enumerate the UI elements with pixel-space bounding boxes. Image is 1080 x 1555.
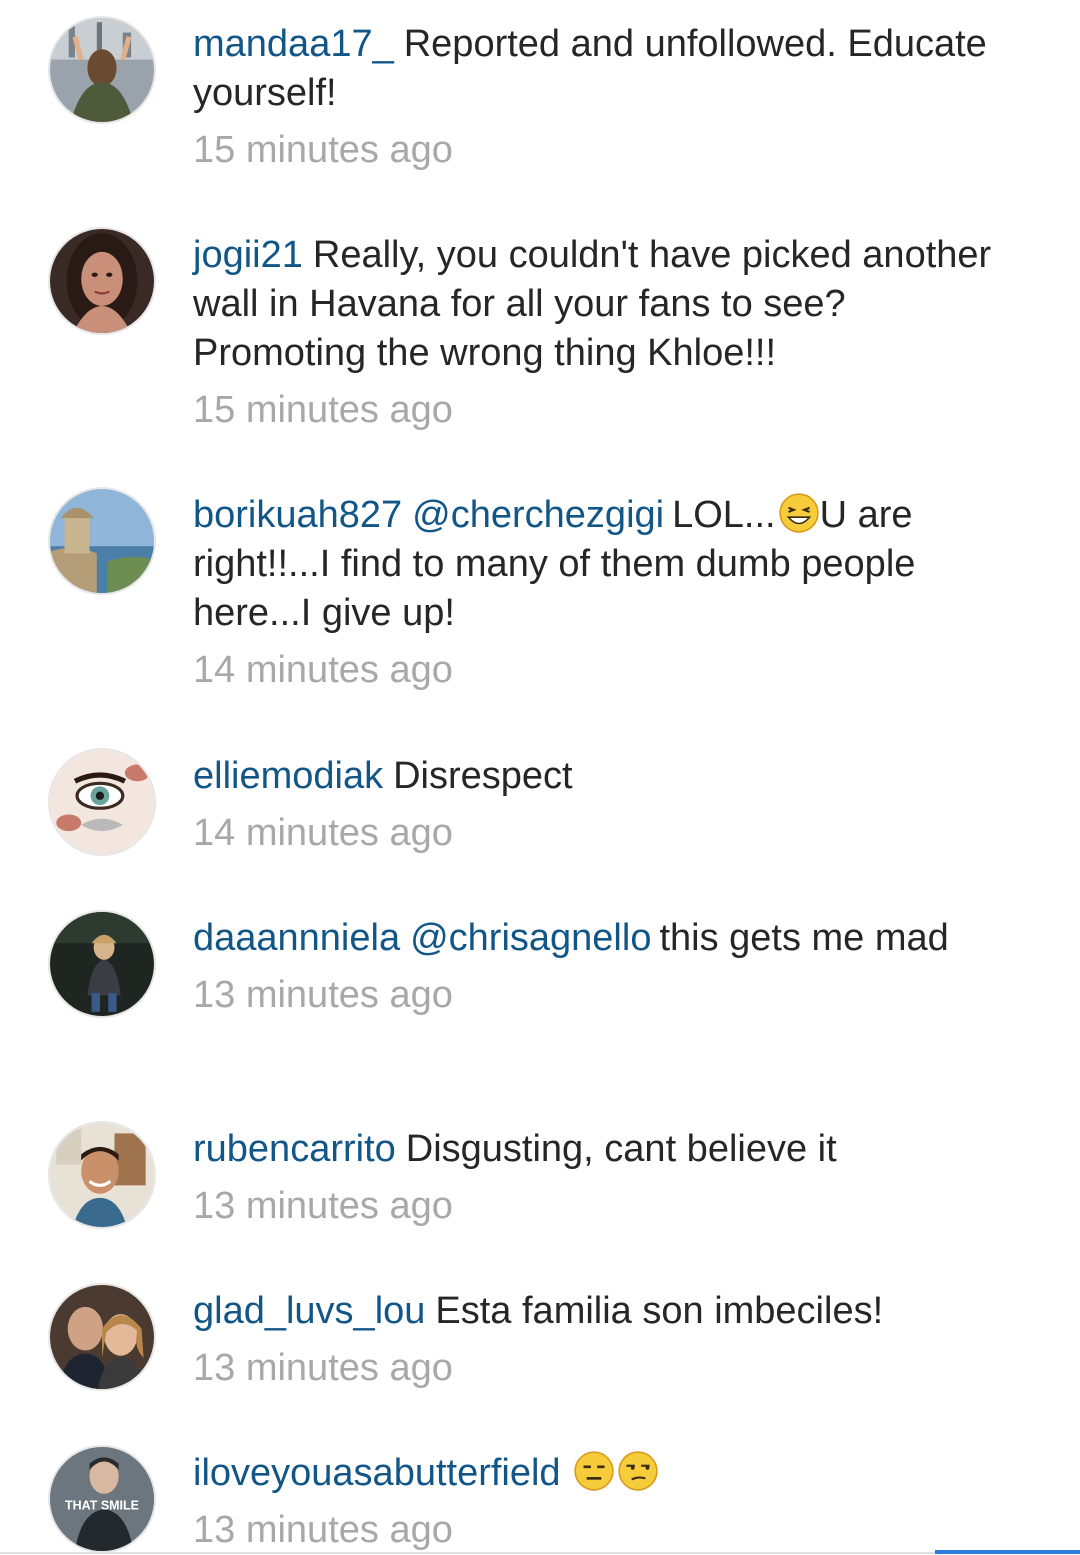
grinning-squinting-face-emoji bbox=[778, 493, 819, 533]
comment-text: glad_luvs_lou Esta familia son imbeciles! bbox=[193, 1287, 1023, 1336]
comment-message: Really, you couldn't have picked another… bbox=[193, 234, 992, 374]
comment-text: mandaa17_ Reported and unfollowed. Educat… bbox=[193, 20, 1023, 118]
avatar-photo-icon bbox=[50, 489, 154, 593]
comment-timestamp: 13 minutes ago bbox=[193, 1185, 453, 1227]
comment-message: Disrespect bbox=[393, 755, 573, 797]
comment-timestamp: 14 minutes ago bbox=[193, 649, 453, 691]
comment-text: daaannniela @chrisagnello this gets me mad bbox=[193, 914, 1023, 963]
user-avatar[interactable] bbox=[48, 227, 156, 335]
user-avatar[interactable] bbox=[48, 910, 156, 1018]
user-avatar[interactable] bbox=[48, 1283, 156, 1391]
user-avatar[interactable]: THAT SMILE bbox=[48, 1445, 156, 1553]
comment-text: elliemodiak Disrespect bbox=[193, 752, 1023, 801]
avatar-photo-icon bbox=[50, 1285, 154, 1389]
user-avatar[interactable] bbox=[48, 748, 156, 856]
comment-username[interactable]: daaannniela bbox=[193, 917, 400, 959]
comment-username[interactable]: borikuah827 bbox=[193, 494, 402, 536]
comment-timestamp: 15 minutes ago bbox=[193, 389, 453, 431]
comment-list: mandaa17_ Reported and unfollowed. Educat… bbox=[0, 0, 1080, 1554]
avatar-caption: THAT SMILE bbox=[65, 1498, 139, 1512]
avatar-photo-icon bbox=[50, 912, 154, 1016]
comment-text: borikuah827 @cherchezgigi LOL... U are righ… bbox=[193, 491, 1023, 638]
user-avatar[interactable] bbox=[48, 16, 156, 124]
comment-text: rubencarrito Disgusting, cant believe it bbox=[193, 1125, 1023, 1174]
user-avatar[interactable] bbox=[48, 1121, 156, 1229]
comment-username[interactable]: rubencarrito bbox=[193, 1128, 396, 1170]
comment-username[interactable]: jogii21 bbox=[193, 234, 303, 276]
comment-timestamp: 13 minutes ago bbox=[193, 974, 453, 1016]
comment-username[interactable]: iloveyouasabutterfield bbox=[193, 1452, 561, 1494]
user-avatar[interactable] bbox=[48, 487, 156, 595]
comment-text: iloveyouasabutterfield bbox=[193, 1449, 1023, 1498]
comment-username[interactable]: elliemodiak bbox=[193, 755, 383, 797]
comment-timestamp: 13 minutes ago bbox=[193, 1347, 453, 1389]
avatar-photo-icon: THAT SMILE bbox=[50, 1447, 154, 1551]
comment-username[interactable]: mandaa17_ bbox=[193, 23, 394, 65]
avatar-photo-icon bbox=[50, 1123, 154, 1227]
comment-timestamp: 14 minutes ago bbox=[193, 812, 453, 854]
comment-timestamp: 15 minutes ago bbox=[193, 129, 453, 171]
comment-text: jogii21 Really, you couldn't have picked … bbox=[193, 231, 1023, 378]
comment-message: Esta familia son imbeciles! bbox=[435, 1290, 884, 1332]
unamused-face-emoji bbox=[617, 1451, 658, 1491]
comment-timestamp: 13 minutes ago bbox=[193, 1509, 453, 1551]
avatar-photo-icon bbox=[50, 18, 154, 122]
bottom-accent-bar bbox=[935, 1550, 1080, 1554]
avatar-photo-icon bbox=[50, 750, 154, 854]
comment-username[interactable]: glad_luvs_lou bbox=[193, 1290, 425, 1332]
expressionless-face-emoji bbox=[573, 1451, 614, 1491]
comment-mention[interactable]: @chrisagnello bbox=[410, 917, 651, 959]
avatar-photo-icon bbox=[50, 229, 154, 333]
comment-message: this gets me mad bbox=[659, 917, 949, 959]
comment-message-prefix: LOL... bbox=[672, 494, 776, 536]
comment-mention[interactable]: @cherchezgigi bbox=[412, 494, 664, 536]
comment-message: Disgusting, cant believe it bbox=[405, 1128, 837, 1170]
